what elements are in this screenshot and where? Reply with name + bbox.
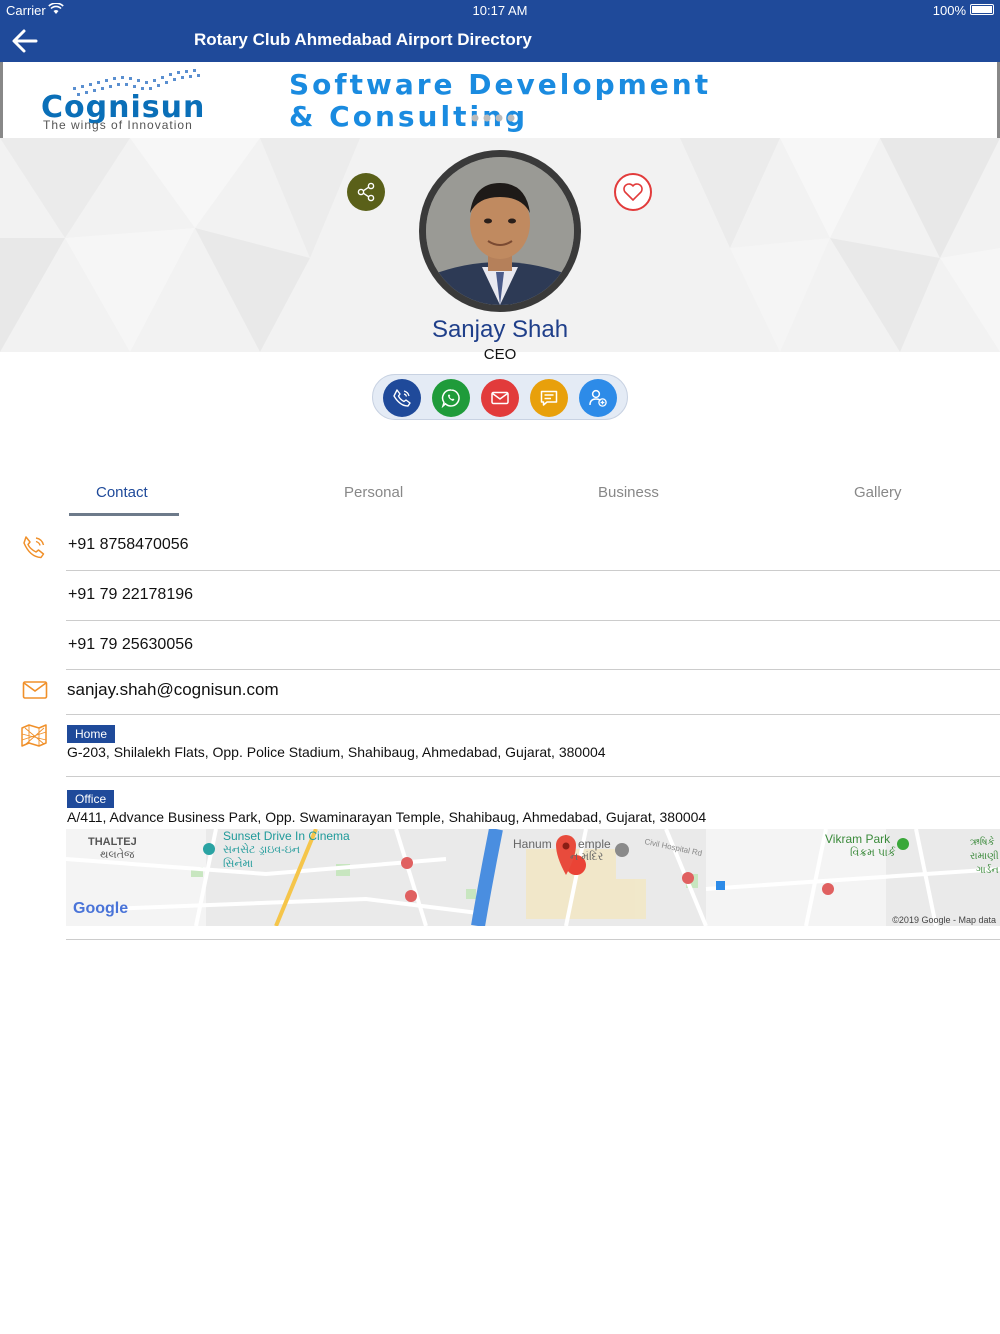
map-copyright: ©2019 Google - Map data <box>892 915 996 925</box>
back-arrow-icon <box>12 29 38 53</box>
divider <box>66 620 1000 621</box>
map-section-icon <box>21 724 47 747</box>
divider <box>66 714 1000 715</box>
tab-personal[interactable]: Personal <box>344 484 403 501</box>
tab-business[interactable]: Business <box>598 484 659 501</box>
home-address[interactable]: G-203, Shilalekh Flats, Opp. Police Stad… <box>67 744 606 760</box>
profile-name: Sanjay Shah <box>431 316 569 343</box>
share-icon <box>357 182 375 202</box>
profile-avatar <box>419 150 581 312</box>
favorite-button[interactable] <box>614 173 652 211</box>
banner-headline-line1: Software Development <box>289 68 712 101</box>
phone-number[interactable]: +91 79 25630056 <box>68 636 193 654</box>
whatsapp-button[interactable] <box>432 379 470 417</box>
message-icon <box>540 390 558 406</box>
map-label: ઋષિકે <box>970 837 995 848</box>
email-address[interactable]: sanjay.shah@cognisun.com <box>67 680 279 700</box>
battery-icon <box>970 4 994 15</box>
heart-icon <box>623 183 643 201</box>
phone-number[interactable]: +91 79 22178196 <box>68 586 193 604</box>
status-battery-text: 100% <box>932 3 966 18</box>
banner-logo-tagline: The wings of Innovation <box>43 118 193 132</box>
mail-icon <box>491 391 509 405</box>
divider <box>66 669 1000 670</box>
map-label: થલતેજ <box>100 849 135 861</box>
map-label: રામાણી <box>970 851 999 862</box>
phone-icon <box>393 389 411 407</box>
map-label: ગાર્ડન <box>976 865 999 876</box>
office-location-map[interactable]: THALTEJ થલતેજ Sunset Drive In Cinema સનસ… <box>66 829 1000 926</box>
message-button[interactable] <box>530 379 568 417</box>
email-section-icon <box>22 681 48 699</box>
map-label: Vikram Park <box>825 832 891 846</box>
map-label: Sunset Drive In Cinema <box>223 829 350 843</box>
office-address[interactable]: A/411, Advance Business Park, Opp. Swami… <box>67 809 706 825</box>
active-tab-indicator <box>69 513 179 516</box>
map-label: emple <box>578 837 611 851</box>
back-button[interactable] <box>10 27 40 55</box>
add-contact-button[interactable] <box>579 379 617 417</box>
whatsapp-icon <box>441 389 460 408</box>
map-label: સનસેટ ડ્રાઇવ-ઇન <box>223 844 301 856</box>
profile-role: CEO <box>483 346 517 363</box>
google-logo: Google <box>73 900 129 917</box>
divider <box>66 570 1000 571</box>
top-bar: Carrier 10:17 AM 100% Rotary Club Ahmeda… <box>0 0 1000 62</box>
banner-pager-dots <box>471 114 515 122</box>
tab-gallery[interactable]: Gallery <box>854 484 902 501</box>
divider <box>66 776 1000 777</box>
contact-detail-screen: Carrier 10:17 AM 100% Rotary Club Ahmeda… <box>0 0 1000 1334</box>
banner-ad[interactable]: Cognisun The wings of Innovation Softwar… <box>0 62 1000 138</box>
phone-number[interactable]: +91 8758470056 <box>68 536 189 554</box>
share-button[interactable] <box>347 173 385 211</box>
phone-section-icon <box>23 536 45 559</box>
map-label: THALTEJ <box>88 836 137 848</box>
divider <box>66 939 1000 940</box>
profile-photo <box>426 157 574 305</box>
email-button[interactable] <box>481 379 519 417</box>
address-tag-office: Office <box>67 790 115 808</box>
call-button[interactable] <box>383 379 421 417</box>
add-contact-icon <box>589 389 607 407</box>
map-label: સિનેમા <box>223 858 254 870</box>
address-tag-home: Home <box>67 725 116 743</box>
tab-contact[interactable]: Contact <box>96 484 148 501</box>
map-label: ન મંદિર <box>570 851 604 863</box>
map-label: વિક્રમ પાર્ક <box>850 847 896 859</box>
map-label: Hanum <box>513 837 552 851</box>
quick-actions-bar <box>372 374 628 420</box>
status-time: 10:17 AM <box>472 3 528 18</box>
nav-title: Rotary Club Ahmedabad Airport Directory <box>194 30 532 49</box>
